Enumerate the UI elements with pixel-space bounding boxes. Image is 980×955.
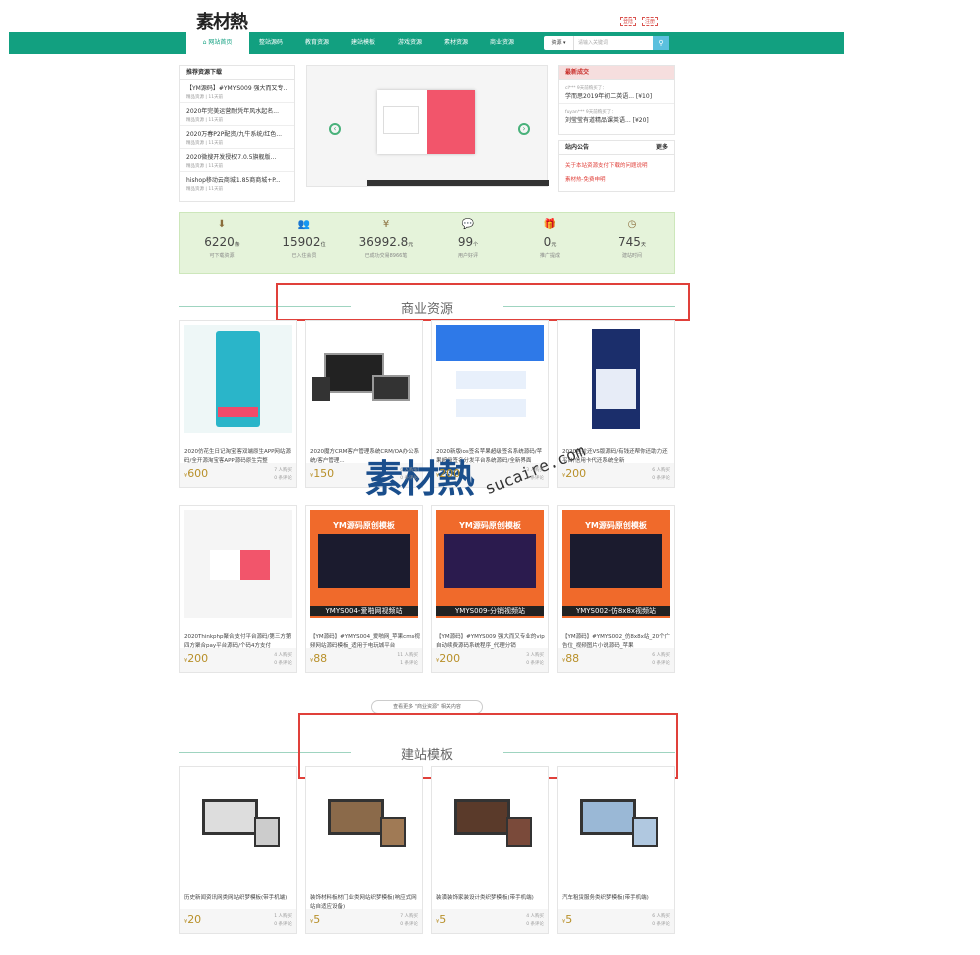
list-item[interactable]: 【YM源码】#YMYS009 强大而又专... 精品资源 | 11天前 xyxy=(180,80,294,103)
product-card[interactable]: YM源码原创模板 YMYS002-仿8x8x视频站 【YM源码】#YMYS002_… xyxy=(557,505,675,673)
product-thumbnail xyxy=(184,771,292,879)
comment-icon: 💬 xyxy=(461,219,475,230)
nav-item[interactable]: 整站源码 xyxy=(259,32,283,54)
more-link[interactable]: 更多 xyxy=(656,141,668,154)
product-card[interactable]: 装饰材料板材门业类网站织梦模板(响应式网站自适应设备) ¥5 7 人购买 0 条评… xyxy=(305,766,423,934)
panel-title: 站内公告 更多 xyxy=(559,141,674,155)
deal-item: fuyan*** 9天前购买了： 刘莹莹有道精品课英语... [¥20] xyxy=(565,110,649,124)
stats-bar: ⬇ 6220条 可下载资源 👥 15902位 已入住会员 ¥36992.8元 已成功交易8… xyxy=(179,212,675,274)
list-item[interactable]: 2020微搜开发授权7.0.5旗舰版... 精品资源 | 11天前 xyxy=(180,149,294,172)
login-link[interactable]: 登陆 xyxy=(620,17,637,26)
product-card[interactable]: 装潢装饰家装设计类织梦模板(带手机端) ¥5 4 人购买 0 条评论 xyxy=(431,766,549,934)
product-thumbnail xyxy=(436,325,544,433)
product-thumbnail xyxy=(562,325,670,433)
product-card[interactable]: 2020仿花生日记淘宝客双端原生APP网站源码/全开源淘宝客APP源码原生完整 … xyxy=(179,320,297,488)
users-icon: 👥 xyxy=(297,219,311,230)
slide-caption-bar xyxy=(367,180,549,186)
next-arrow-icon[interactable]: › xyxy=(518,123,530,135)
product-thumbnail xyxy=(310,325,418,433)
top-links: 登陆 注册 xyxy=(620,17,659,26)
slide-image xyxy=(377,90,475,154)
product-thumbnail xyxy=(310,771,418,879)
view-more-button[interactable]: 查看更多 "商业资源" 相关内容 xyxy=(371,700,483,714)
panel-title: 最新成交 xyxy=(559,66,674,80)
product-thumbnail xyxy=(562,771,670,879)
product-card[interactable]: 汽车租赁服务类织梦模板(带手机端) ¥5 6 人购买 0 条评论 xyxy=(557,766,675,934)
product-thumbnail: YM源码原创模板 YMYS002-仿8x8x视频站 xyxy=(562,510,670,618)
search-category-select[interactable]: 资源 ▾ xyxy=(544,36,574,50)
product-card[interactable]: YM源码原创模板 YMYS004-爱啪网视频站 【YM源码】#YMYS004_爱啪… xyxy=(305,505,423,673)
product-thumbnail xyxy=(436,771,544,879)
highlight-box xyxy=(276,283,690,321)
stat-item: 👥 15902位 已入住会员 xyxy=(264,219,344,259)
download-icon: ⬇ xyxy=(217,219,227,230)
main-nav: ⌂ 网站首页 整站源码 教育资源 建站模板 游戏资源 素材资源 商业资源 资源 … xyxy=(9,32,844,54)
stat-item: ¥36992.8元 已成功交易8966笔 xyxy=(346,219,426,259)
nav-item-home[interactable]: ⌂ 网站首页 xyxy=(186,32,249,54)
product-card[interactable]: YM源码原创模板 YMYS009-分销视频站 【YM源码】#YMYS009 强大而… xyxy=(431,505,549,673)
list-item[interactable]: 2020万春P2P配资/九牛系统/红色... 精品资源 | 11天前 xyxy=(180,126,294,149)
gift-icon: 🎁 xyxy=(543,219,557,230)
banner-slider[interactable]: ‹ › xyxy=(306,65,549,187)
yen-icon: ¥ xyxy=(382,219,390,230)
list-item[interactable]: hishop移动云商城1.85商商城+P... 精品资源 | 11天前 xyxy=(180,172,294,195)
list-item[interactable]: 2020年完美运营耐凭年风水起名... 精品资源 | 11天前 xyxy=(180,103,294,126)
nav-item[interactable]: 素材资源 xyxy=(444,32,468,54)
nav-item[interactable]: 教育资源 xyxy=(305,32,329,54)
nav-item[interactable]: 商业资源 xyxy=(490,32,514,54)
stat-item: ⬇ 6220条 可下载资源 xyxy=(182,219,262,259)
prev-arrow-icon[interactable]: ‹ xyxy=(329,123,341,135)
product-thumbnail: YM源码原创模板 YMYS009-分销视频站 xyxy=(436,510,544,618)
deal-item: cl*** 9天前购买了： 学而思2019年初二英语... [¥10] xyxy=(559,80,674,104)
search-input[interactable]: 请输入关键词 xyxy=(574,36,653,50)
clock-icon: ◷ xyxy=(627,219,637,230)
product-thumbnail: YM源码原创模板 YMYS004-爱啪网视频站 xyxy=(310,510,418,618)
stat-item: 🎁 0元 推广提成 xyxy=(510,219,590,259)
deals-panel: 最新成交 cl*** 9天前购买了： 学而思2019年初二英语... [¥10] … xyxy=(558,65,675,135)
product-thumbnail xyxy=(184,325,292,433)
site-logo[interactable]: 素材熱 xyxy=(196,8,248,34)
slide-panel xyxy=(427,90,475,154)
notice-item[interactable]: 关于本站资源支付下载的问题说明 xyxy=(565,159,668,173)
product-thumbnail xyxy=(184,510,292,618)
nav-item[interactable]: 游戏资源 xyxy=(398,32,422,54)
nav-item[interactable]: 建站模板 xyxy=(351,32,375,54)
panel-title: 推荐资源下载 xyxy=(180,66,294,80)
register-link[interactable]: 注册 xyxy=(642,17,659,26)
stat-item: ◷ 745天 建站时间 xyxy=(592,219,672,259)
login-illustration xyxy=(383,106,419,134)
product-card[interactable]: 历史新闻资讯网类网站织梦模板(带手机端) ¥20 1 人购买 0 条评论 xyxy=(179,766,297,934)
stat-item: 💬 99个 用户好评 xyxy=(428,219,508,259)
product-card[interactable]: 2020Thinkphp聚合支付平台源码/第三方第四方聚合pay平台源码/个码4… xyxy=(179,505,297,673)
recommend-panel: 推荐资源下载 【YM源码】#YMYS009 强大而又专... 精品资源 | 11天… xyxy=(179,65,295,202)
search-form: 资源 ▾ 请输入关键词 ⚲ xyxy=(544,36,669,50)
notice-item[interactable]: 素材热-免费申明 xyxy=(565,173,668,187)
notice-panel: 站内公告 更多 关于本站资源支付下载的问题说明 素材热-免费申明 xyxy=(558,140,675,192)
search-icon[interactable]: ⚲ xyxy=(653,36,669,50)
